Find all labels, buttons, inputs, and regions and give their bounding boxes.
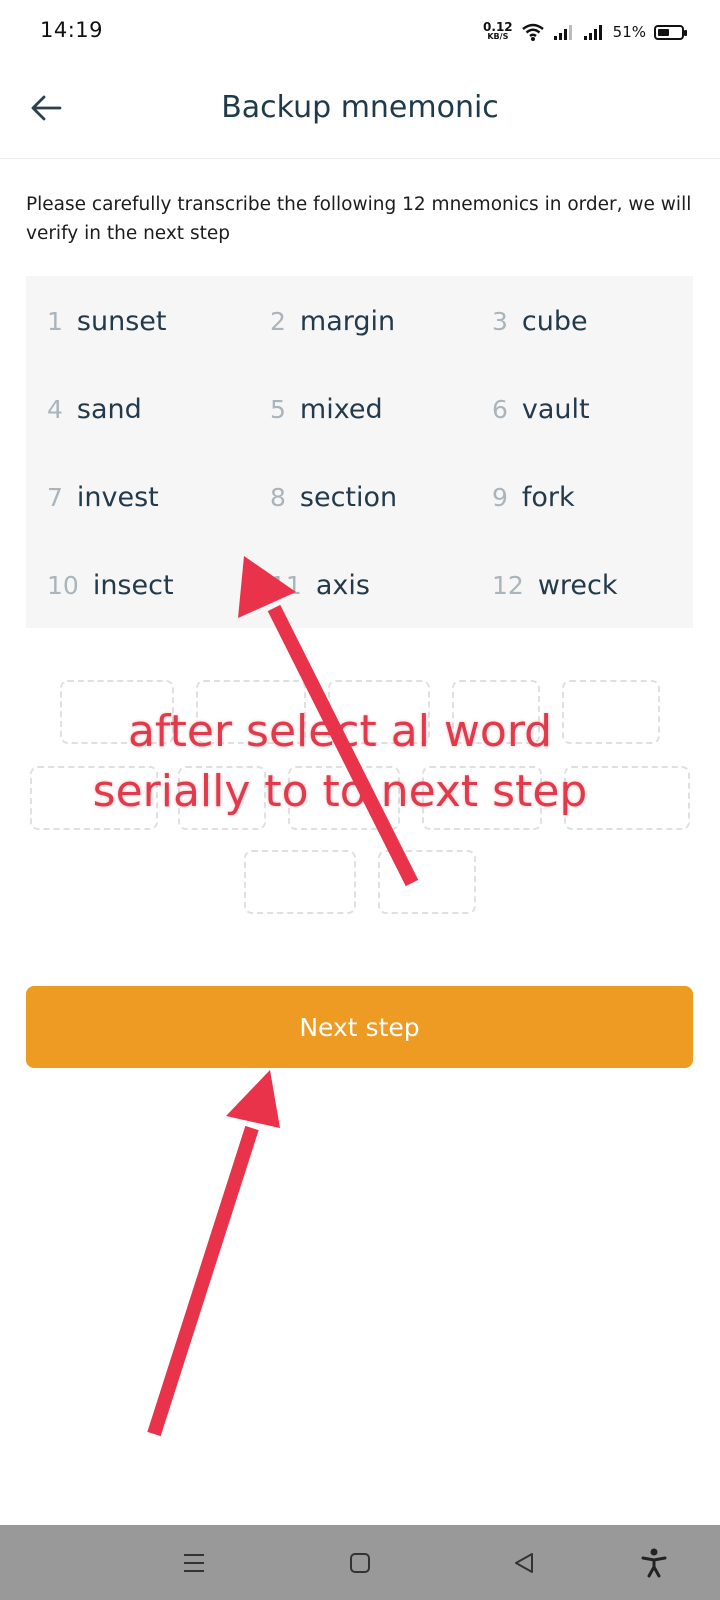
wifi-icon [521, 23, 544, 41]
mnemonic-item: 4 sand [47, 394, 142, 425]
next-step-button[interactable]: Next step [26, 986, 693, 1068]
page-title: Backup mnemonic [221, 90, 499, 125]
mnemonic-word: sunset [76, 306, 167, 337]
mnemonic-word: insect [92, 570, 174, 601]
mnemonic-number: 7 [47, 483, 63, 512]
mnemonic-slot[interactable] [378, 850, 476, 914]
mnemonic-word: cube [521, 306, 588, 337]
mnemonic-number: 11 [270, 571, 302, 600]
mnemonic-item: 9 fork [492, 482, 575, 513]
mnemonic-number: 5 [270, 395, 286, 424]
system-nav-bar [0, 1525, 720, 1600]
mnemonic-item: 5 mixed [270, 394, 383, 425]
annotation-text-line2: serially to to next step [92, 766, 588, 817]
battery-percent: 51% [612, 23, 646, 41]
mnemonic-item: 3 cube [492, 306, 588, 337]
annotation-text-line1: after select al word [127, 706, 553, 757]
mnemonic-word: mixed [299, 394, 383, 425]
status-time: 14:19 [40, 18, 104, 42]
nav-back-button[interactable] [504, 1543, 544, 1583]
battery-icon [654, 24, 687, 40]
nav-menu-button[interactable] [174, 1543, 214, 1583]
status-bar: 14:19 0.12 KB/S 51% [0, 0, 720, 62]
mnemonic-item: 6 vault [492, 394, 590, 425]
net-speed-unit: KB/S [487, 32, 509, 41]
mnemonic-word: sand [76, 394, 142, 425]
nav-accessibility-button[interactable] [634, 1543, 674, 1583]
nav-home-button[interactable] [340, 1543, 380, 1583]
back-triangle-icon [515, 1553, 533, 1573]
mnemonic-item: 2 margin [270, 306, 395, 337]
mnemonic-item: 10 insect [47, 570, 174, 601]
mnemonic-number: 8 [270, 483, 286, 512]
net-speed-value: 0.12 [483, 20, 513, 34]
mnemonic-number: 9 [492, 483, 508, 512]
mnemonic-number: 2 [270, 307, 286, 336]
mnemonic-number: 3 [492, 307, 508, 336]
mnemonic-number: 12 [492, 571, 524, 600]
mnemonic-number: 1 [47, 307, 63, 336]
mnemonic-item: 8 section [270, 482, 397, 513]
mnemonic-grid: 1 sunset 2 margin 3 cube 4 sand 5 mixed … [26, 276, 693, 628]
mnemonic-number: 10 [47, 571, 79, 600]
net-speed: 0.12 KB/S [483, 20, 513, 42]
mnemonic-item: 7 invest [47, 482, 159, 513]
header: Backup mnemonic [0, 62, 720, 159]
mnemonic-number: 6 [492, 395, 508, 424]
mnemonic-word: invest [76, 482, 159, 513]
mnemonic-word: fork [521, 482, 575, 513]
accessibility-icon [641, 1548, 667, 1578]
mnemonic-word: margin [299, 306, 396, 337]
signal-icon-sim2 [583, 25, 602, 40]
mnemonic-item: 12 wreck [492, 570, 618, 601]
mnemonic-number: 4 [47, 395, 63, 424]
mnemonic-word: section [299, 482, 398, 513]
menu-icon [184, 1554, 204, 1572]
mnemonic-word: axis [315, 570, 370, 601]
mnemonic-item: 1 sunset [47, 306, 166, 337]
mnemonic-item: 11 axis [270, 570, 370, 601]
battery-level-fill [658, 28, 670, 36]
signal-icon-sim1 [553, 25, 572, 40]
mnemonic-word: wreck [537, 570, 618, 601]
instruction-text: Please carefully transcribe the followin… [26, 194, 692, 244]
annotation-arrow-lower [147, 1070, 280, 1437]
home-icon [350, 1553, 370, 1573]
status-icons: 0.12 KB/S 51% [483, 18, 687, 46]
mnemonic-slot[interactable] [244, 850, 356, 914]
mnemonic-word: vault [521, 394, 590, 425]
